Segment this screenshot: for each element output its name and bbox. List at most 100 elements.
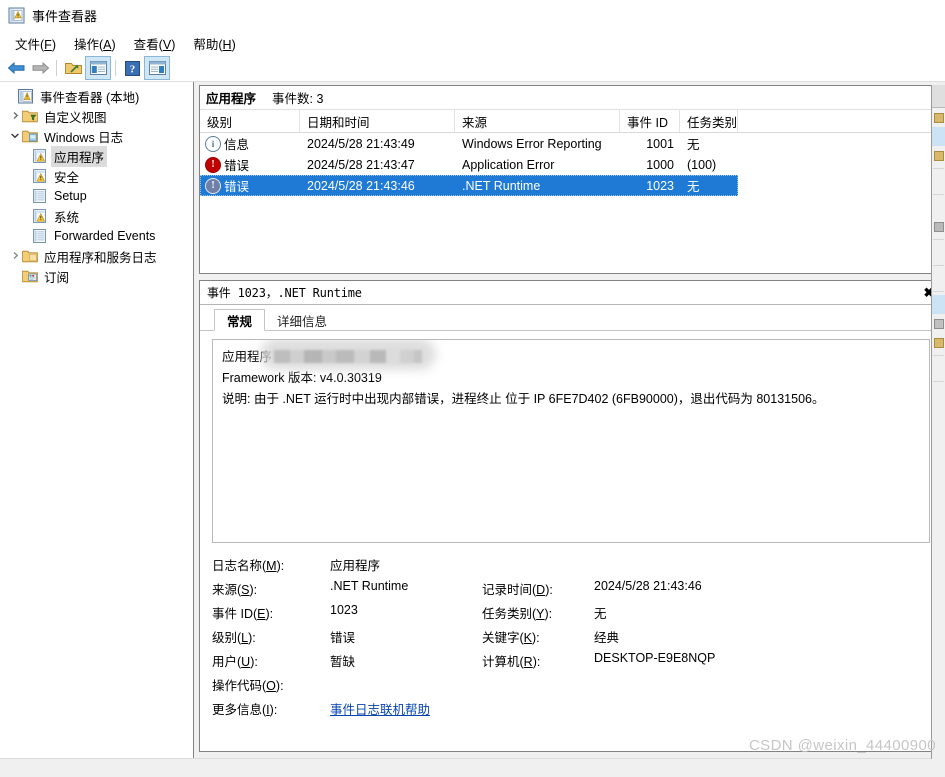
folder-open-icon <box>64 63 82 74</box>
actions-pane-item[interactable] <box>932 359 945 378</box>
field-value-computer: DESKTOP-E9E8NQP <box>594 651 716 665</box>
tree-item-security[interactable]: 安全 <box>0 166 193 186</box>
open-saved-log-button[interactable] <box>61 57 85 79</box>
event-detail-pane: 事件 1023，.NET Runtime ✖ 常规 详细信息 应用程序 Fram… <box>199 280 943 752</box>
actions-pane-item[interactable] <box>932 146 945 165</box>
table-row[interactable]: ! 错误 2024/5/28 21:43:47 Application Erro… <box>200 154 942 175</box>
toolbar-separator-1 <box>56 60 57 76</box>
window-title: 事件查看器 <box>32 9 98 24</box>
menu-file[interactable]: 文件(F) <box>6 32 65 55</box>
field-value-opcode <box>330 675 482 694</box>
actions-pane-divider <box>933 194 944 195</box>
information-icon: i <box>205 135 221 152</box>
tree-item-system[interactable]: 系统 <box>0 206 193 226</box>
actions-pane-item[interactable] <box>932 108 945 127</box>
field-label-logged: 记录时间(D): <box>482 583 553 597</box>
tree-item-application[interactable]: 应用程序 <box>0 145 193 167</box>
column-header-source[interactable]: 来源 <box>455 110 620 132</box>
event-list-rows: i 信息 2024/5/28 21:43:49 Windows Error Re… <box>200 133 942 273</box>
field-value-event-id: 1023 <box>330 603 358 617</box>
field-label-event-id: 事件 ID(E): <box>212 607 274 621</box>
subscriptions-icon <box>22 269 39 284</box>
tree-item-windows-logs[interactable]: Windows 日志 <box>0 126 193 146</box>
table-row[interactable]: i 信息 2024/5/28 21:43:49 Windows Error Re… <box>200 133 942 154</box>
field-label-task-category: 任务类别(Y): <box>482 607 553 621</box>
tree-item-label: 系统 <box>54 210 80 225</box>
actions-pane-item[interactable] <box>932 172 945 191</box>
event-description-box[interactable]: 应用程序 Framework 版本: v4.0.30319 说明: 由于 .NE… <box>212 339 930 543</box>
back-icon <box>7 61 24 75</box>
tree-item-label: 订阅 <box>44 270 70 285</box>
actions-pane-divider <box>933 381 944 382</box>
log-plain-icon <box>32 188 49 204</box>
menu-help[interactable]: 帮助(H) <box>184 32 244 55</box>
chevron-right-icon[interactable] <box>8 251 22 262</box>
help-icon: ? <box>124 60 140 76</box>
status-bar <box>0 758 945 777</box>
back-button[interactable] <box>4 57 28 79</box>
field-label-log-name: 日志名称(M): <box>212 559 285 573</box>
help-button[interactable]: ? <box>120 57 144 79</box>
menu-view[interactable]: 查看(V) <box>125 32 185 55</box>
cell-datetime: 2024/5/28 21:43:46 <box>307 178 415 193</box>
field-value-keywords: 经典 <box>594 631 620 645</box>
folder-filter-icon <box>22 109 39 124</box>
tab-details[interactable]: 详细信息 <box>265 309 339 331</box>
toolbar-separator-2 <box>115 60 116 76</box>
field-value-source: .NET Runtime <box>330 579 409 593</box>
column-header-task-category[interactable]: 任务类别 <box>680 110 738 132</box>
tree-item-subscriptions[interactable]: 订阅 <box>0 266 193 286</box>
tree-item-applications-and-services-logs[interactable]: 应用程序和服务日志 <box>0 246 193 266</box>
action-icon <box>934 150 944 161</box>
show-action-pane-button[interactable] <box>144 56 170 80</box>
tree-item-label: Forwarded Events <box>54 229 156 243</box>
show-tree-pane-button[interactable] <box>85 56 111 80</box>
tree-item-custom-views[interactable]: 自定义视图 <box>0 106 193 126</box>
menu-action[interactable]: 操作(A) <box>65 32 125 55</box>
toolbar: ? <box>0 55 945 82</box>
cell-datetime: 2024/5/28 21:43:49 <box>307 136 415 151</box>
tree-item-event-viewer-root[interactable]: 事件查看器 (本地) <box>0 86 193 106</box>
actions-pane-divider <box>933 168 944 169</box>
actions-pane-item[interactable] <box>932 198 945 217</box>
event-viewer-window: 事件查看器 文件(F) 操作(A) 查看(V) 帮助(H) ? 事件查看器 (本… <box>0 0 945 777</box>
action-pane-icon <box>148 61 166 75</box>
field-label-computer: 计算机(R): <box>482 655 541 669</box>
column-header-event-id[interactable]: 事件 ID <box>620 110 680 132</box>
actions-pane-item[interactable] <box>932 333 945 352</box>
event-count-label: 事件数: 3 <box>272 91 324 106</box>
event-log-online-help-link[interactable]: 事件日志联机帮助 <box>330 699 482 718</box>
table-row[interactable]: ! 错误 2024/5/28 21:43:46 .NET Runtime 102… <box>200 175 738 196</box>
actions-pane-item[interactable] <box>932 127 945 146</box>
field-label-more-information: 更多信息(I): <box>212 703 278 717</box>
field-value-empty-1 <box>594 555 930 574</box>
field-label-level: 级别(L): <box>212 631 256 645</box>
action-icon <box>934 221 944 232</box>
actions-pane-item[interactable] <box>932 295 945 314</box>
field-value-task-category: 无 <box>594 607 607 621</box>
chevron-down-icon[interactable] <box>8 131 22 142</box>
tree-item-forwarded-events[interactable]: Forwarded Events <box>0 226 193 246</box>
tree-item-label: 自定义视图 <box>44 110 107 125</box>
field-value-level: 错误 <box>330 631 356 645</box>
forward-button[interactable] <box>28 57 52 79</box>
actions-pane[interactable] <box>931 85 945 759</box>
actions-pane-item[interactable] <box>932 269 945 288</box>
column-header-datetime[interactable]: 日期和时间 <box>300 110 455 132</box>
title-bar: 事件查看器 <box>0 0 945 31</box>
chevron-right-icon[interactable] <box>8 111 22 122</box>
actions-pane-item[interactable] <box>932 385 945 404</box>
console-tree-pane: 事件查看器 (本地) 自定义视图 Windows 日志 应用程序 安全 Setu… <box>0 82 194 758</box>
actions-pane-item[interactable] <box>932 314 945 333</box>
tree-item-setup[interactable]: Setup <box>0 186 193 206</box>
column-header-level[interactable]: 级别 <box>200 110 300 132</box>
action-icon <box>934 318 944 329</box>
level-text: 信息 <box>224 138 250 152</box>
event-detail-tabstrip: 常规 详细信息 <box>200 305 942 331</box>
actions-pane-item[interactable] <box>932 243 945 262</box>
error-icon: ! <box>205 177 221 194</box>
field-value-logged: 2024/5/28 21:43:46 <box>594 579 702 593</box>
actions-pane-item[interactable] <box>932 217 945 236</box>
actions-pane-header <box>932 85 945 108</box>
tab-general[interactable]: 常规 <box>214 309 266 331</box>
